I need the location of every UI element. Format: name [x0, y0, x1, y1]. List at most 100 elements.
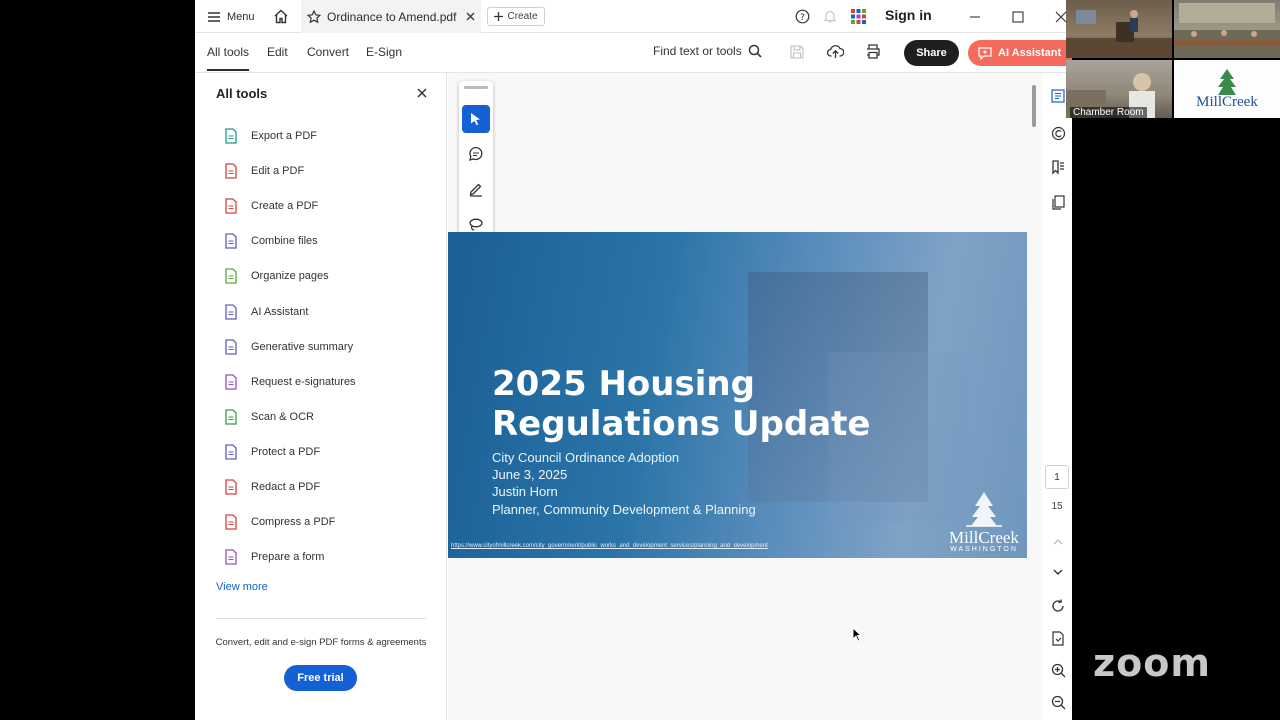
tool-item-label: Export a PDF — [251, 130, 318, 142]
minimize-button[interactable] — [969, 0, 981, 33]
view-more-link[interactable]: View more — [216, 581, 268, 593]
zoom-out-icon[interactable] — [1049, 693, 1067, 711]
millcreek-tile-logo: MillCreek — [1174, 68, 1280, 110]
tool-item[interactable]: Protect a PDF — [223, 441, 320, 463]
tool-item[interactable]: Organize pages — [223, 265, 329, 287]
slide-title: 2025 Housing Regulations Update — [492, 364, 871, 444]
comment-icon — [468, 146, 484, 162]
next-page-icon[interactable] — [1049, 563, 1067, 581]
home-button[interactable] — [273, 0, 289, 33]
video-tile-label: Chamber Room — [1070, 107, 1147, 118]
combine-files-icon — [223, 233, 239, 249]
rotate-icon[interactable] — [1049, 597, 1067, 615]
bookmarks-icon[interactable] — [1049, 158, 1067, 176]
logo-sub-text: WASHINGTON — [950, 546, 1018, 553]
acrobat-window: Menu Ordinance to Amend.pdf Create ? Sig… — [195, 0, 1072, 720]
minimize-icon — [969, 11, 981, 23]
close-panel-icon[interactable] — [417, 88, 427, 98]
zoom-brand-logo: zoom — [1093, 641, 1211, 685]
tab-convert[interactable]: Convert — [307, 45, 349, 59]
maximize-button[interactable] — [1012, 0, 1024, 33]
council-dais-image — [1066, 10, 1172, 58]
total-pages: 15 — [1051, 501, 1063, 512]
request-esignatures-icon — [223, 374, 239, 390]
title-bar: Menu Ordinance to Amend.pdf Create ? Sig… — [195, 0, 1072, 33]
comment-tool[interactable] — [462, 140, 490, 168]
organize-pages-icon — [223, 268, 239, 285]
tool-item-label: Combine files — [251, 235, 318, 248]
current-page-field[interactable]: 1 — [1045, 465, 1069, 489]
zoom-in-icon[interactable] — [1049, 661, 1067, 679]
help-button[interactable]: ? — [795, 0, 810, 33]
ai-assistant-icon — [223, 303, 239, 320]
previous-page-icon[interactable] — [1049, 532, 1067, 550]
mouse-cursor-icon — [852, 626, 863, 647]
find-text-or-tools[interactable]: Find text or tools — [653, 44, 762, 58]
tool-item[interactable]: Scan & OCR — [223, 406, 314, 428]
apps-button[interactable] — [851, 0, 866, 33]
tool-item[interactable]: Combine files — [223, 230, 318, 252]
video-tile-2[interactable] — [1174, 0, 1280, 58]
tool-item[interactable]: Create a PDF — [223, 195, 318, 217]
menu-button[interactable]: Menu — [208, 0, 255, 33]
tool-item[interactable]: Edit a PDF — [223, 160, 304, 182]
slide-url-link[interactable]: https://www.cityofmillcreek.com/city_gov… — [451, 543, 768, 549]
tool-item-label: Compress a PDF — [251, 516, 336, 529]
all-tools-panel: All tools Export a PDF Edit a PDF Create a… — [195, 73, 447, 720]
save-icon[interactable] — [790, 45, 804, 59]
export-pdf-icon — [223, 128, 239, 144]
tool-item-label: AI Assistant — [251, 305, 309, 318]
millcreek-logo: MillCreek WASHINGTON — [944, 490, 1024, 556]
free-trial-button[interactable]: Free trial — [284, 665, 357, 691]
sign-in-button[interactable]: Sign in — [885, 7, 932, 23]
generative-summary-icon — [223, 338, 239, 355]
create-pdf-icon — [223, 198, 239, 214]
highlight-tool[interactable] — [462, 175, 490, 203]
select-tool[interactable] — [462, 105, 490, 133]
council-chamber-image — [1174, 3, 1280, 58]
ai-assistant-button[interactable]: AI Assistant — [968, 40, 1072, 66]
prepare-form-icon — [223, 549, 239, 565]
print-icon[interactable] — [865, 44, 881, 59]
close-tab-icon[interactable] — [466, 12, 475, 21]
video-tile-1[interactable] — [1066, 0, 1172, 58]
tab-edit[interactable]: Edit — [267, 45, 288, 59]
tool-item-label: Protect a PDF — [251, 445, 321, 458]
share-button[interactable]: Share — [904, 40, 959, 66]
upload-cloud-icon[interactable] — [827, 44, 844, 59]
tab-all-tools[interactable]: All tools — [207, 45, 250, 71]
notifications-button[interactable] — [823, 0, 837, 33]
promo-text: Convert, edit and e-sign PDF forms & agr… — [215, 637, 427, 648]
panel-toggle-icon[interactable] — [1049, 87, 1067, 105]
star-icon[interactable] — [307, 9, 321, 24]
create-button[interactable]: Create — [487, 7, 545, 26]
slide-subtitle: City Council Ordinance Adoption — [492, 450, 680, 465]
tool-item[interactable]: Request e-signatures — [223, 371, 356, 393]
slide-date: June 3, 2025 — [492, 467, 568, 482]
video-tile-3[interactable]: Chamber Room — [1066, 60, 1172, 118]
lasso-icon — [468, 216, 484, 232]
pdf-slide-page: 2025 Housing Regulations Update City Cou… — [448, 232, 1027, 558]
drag-handle[interactable] — [464, 86, 488, 89]
page-display-icon[interactable] — [1049, 629, 1067, 647]
tab-esign[interactable]: E-Sign — [366, 45, 402, 59]
slide-presenter: Justin Horn — [492, 484, 558, 499]
ai-assistant-label: AI Assistant — [998, 47, 1062, 59]
tool-item[interactable]: Redact a PDF — [223, 476, 320, 498]
vertical-scrollbar[interactable] — [1032, 85, 1036, 127]
tool-item[interactable]: Prepare a form — [223, 546, 324, 568]
tool-item-label: Redact a PDF — [251, 481, 321, 493]
help-icon: ? — [795, 9, 810, 24]
tool-item[interactable]: AI Assistant — [223, 301, 308, 323]
comments-icon[interactable] — [1049, 124, 1067, 142]
tool-item[interactable]: Generative summary — [223, 336, 353, 358]
tool-item[interactable]: Export a PDF — [223, 125, 317, 147]
search-icon — [748, 44, 762, 58]
bell-icon — [823, 9, 837, 24]
tool-item[interactable]: Compress a PDF — [223, 511, 335, 533]
pages-thumbnails-icon[interactable] — [1049, 193, 1067, 211]
document-tab[interactable]: Ordinance to Amend.pdf — [301, 0, 481, 33]
create-label: Create — [507, 11, 538, 22]
document-viewer[interactable]: 2025 Housing Regulations Update City Cou… — [448, 73, 1042, 720]
video-tile-4[interactable]: MillCreek — [1174, 60, 1280, 118]
